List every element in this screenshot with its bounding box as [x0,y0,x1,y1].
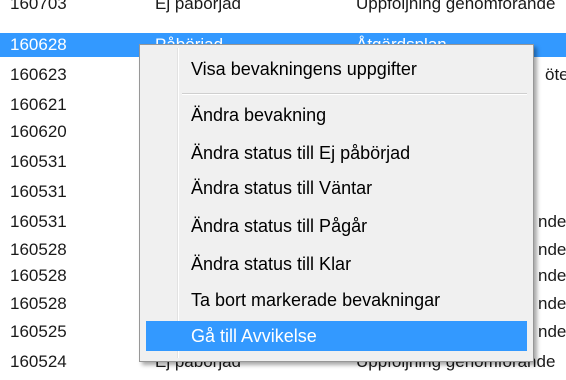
row-description: nde [538,212,566,231]
row-date: 160524 [10,352,67,371]
row-description: nde [538,240,566,259]
row-date: 160528 [10,294,67,313]
menu-item-label: Ta bort markerade bevakningar [191,290,441,310]
menu-item-show-watch-details[interactable]: Visa bevakningens uppgifter [146,54,527,84]
menu-separator [182,93,527,95]
menu-item-label: Ändra status till Klar [191,254,352,274]
row-date: 160703 [10,0,67,13]
row-description: nde [538,322,566,341]
menu-item-label: Visa bevakningens uppgifter [191,59,417,79]
row-date: 160621 [10,95,67,114]
row-description: nde [538,266,566,285]
menu-item-label: Ändra status till Pågår [191,216,368,236]
menu-item-status-in-progress[interactable]: Ändra status till Pågår [146,211,527,241]
menu-item-status-not-started[interactable]: Ändra status till Ej påbörjad [146,138,527,168]
row-date: 160531 [10,152,67,171]
context-menu: Visa bevakningens uppgifter Ändra bevakn… [139,44,534,362]
menu-item-status-done[interactable]: Ändra status till Klar [146,249,527,279]
row-date: 160528 [10,240,67,259]
menu-item-go-to-deviation[interactable]: Gå till Avvikelse [146,321,527,351]
row-status: Ej påbörjad [155,0,242,13]
row-date: 160628 [10,35,67,54]
row-date: 160623 [10,65,67,84]
row-description: nde [538,294,566,313]
menu-item-label: Gå till Avvikelse [191,326,317,346]
row-description: öte [545,65,566,84]
list-row-1[interactable]: 160703 Ej påbörjad Uppföljning genomföra… [0,0,566,16]
row-date: 160531 [10,182,67,201]
menu-item-edit-watch[interactable]: Ändra bevakning [146,100,527,130]
menu-item-label: Ändra status till Väntar [191,178,373,198]
row-date: 160620 [10,122,67,141]
row-date: 160531 [10,212,67,231]
menu-item-status-waiting[interactable]: Ändra status till Väntar [146,173,527,203]
menu-item-label: Ändra bevakning [191,105,327,125]
row-date: 160525 [10,322,67,341]
row-date: 160528 [10,266,67,285]
menu-item-delete-selected-watches[interactable]: Ta bort markerade bevakningar [146,285,527,315]
menu-item-label: Ändra status till Ej påbörjad [191,143,411,163]
row-description: Uppföljning genomförande [356,0,556,13]
